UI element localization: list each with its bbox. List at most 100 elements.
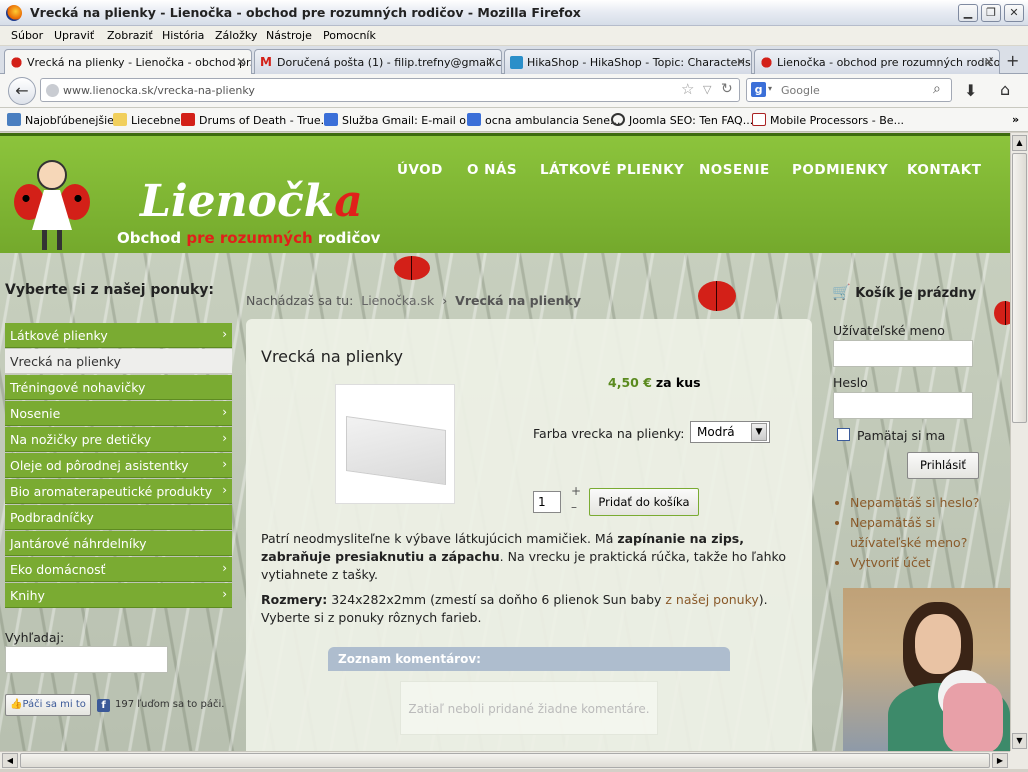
close-tab-icon[interactable]: ✕ <box>736 55 746 69</box>
vertical-scroll-thumb[interactable] <box>1012 153 1027 423</box>
home-icon[interactable]: ⌂ <box>1000 80 1010 99</box>
create-account-link[interactable]: Vytvoriť účet <box>850 553 1010 573</box>
downloads-icon[interactable]: ⬇ <box>964 81 977 100</box>
breadcrumb-current: Vrecká na plienky <box>455 293 582 308</box>
bookmark-gmail[interactable]: Služba Gmail: E-mail o... <box>324 113 476 127</box>
remember-checkbox[interactable] <box>837 428 850 441</box>
vertical-scrollbar[interactable]: ▲ ▼ <box>1010 133 1028 751</box>
cart-status[interactable]: 🛒 Košík je prázdny <box>832 283 976 301</box>
category-label: Podbradníčky <box>10 510 94 525</box>
back-button[interactable]: ← <box>8 77 36 105</box>
category-item[interactable]: Podbradníčky <box>5 505 232 530</box>
menu-view[interactable]: Zobraziť <box>107 29 153 42</box>
breadcrumb-prefix: Nachádzaš sa tu: <box>246 293 354 308</box>
nav-podmienky[interactable]: PODMIENKY <box>792 162 888 178</box>
clock-icon <box>611 113 625 126</box>
menu-file[interactable]: Súbor <box>11 29 43 42</box>
category-item[interactable]: Nosenie › <box>5 401 232 426</box>
site-identity-icon[interactable] <box>46 84 59 97</box>
bookmark-star-icon[interactable]: ☆ <box>681 80 694 98</box>
category-item[interactable]: Bio aromaterapeutické produkty › <box>5 479 232 504</box>
minimize-button[interactable]: ▁ <box>958 4 978 22</box>
category-label: Látkové plienky <box>10 328 108 343</box>
close-tab-icon[interactable]: ✕ <box>486 55 496 69</box>
menu-edit[interactable]: Upraviť <box>54 29 94 42</box>
facebook-like-button[interactable]: 👍Páči sa mi to <box>5 694 91 716</box>
tab-4[interactable]: Lienočka - obchod pre rozumných rodičo..… <box>754 49 1000 74</box>
new-tab-button[interactable]: + <box>1006 51 1019 70</box>
history-dropdown-icon[interactable]: ▽ <box>703 83 711 96</box>
comments-empty: Zatiaľ neboli pridané žiadne komentáre. <box>400 681 658 735</box>
search-icon[interactable]: ⌕ <box>933 81 941 97</box>
category-item[interactable]: Tréningové nohavičky <box>5 375 232 400</box>
bookmark-drums[interactable]: Drums of Death - True... <box>181 113 331 127</box>
chevron-right-icon: › <box>222 483 227 497</box>
bookmarks-overflow-icon[interactable]: » <box>1012 113 1019 126</box>
bookmark-ocna[interactable]: ocna ambulancia Sene... <box>467 113 621 127</box>
menu-help[interactable]: Pomocník <box>323 29 376 42</box>
scroll-left-arrow-icon[interactable]: ◀ <box>2 753 18 768</box>
tab-1[interactable]: Vrecká na plienky - Lienočka - obchod pr… <box>4 49 252 75</box>
category-item[interactable]: Oleje od pôrodnej asistentky › <box>5 453 232 478</box>
quantity-decrease-button[interactable]: – <box>571 500 577 514</box>
nav-o-nas[interactable]: O NÁS <box>467 162 517 178</box>
breadcrumb-home-link[interactable]: Lienočka.sk <box>361 293 434 308</box>
scroll-down-arrow-icon[interactable]: ▼ <box>1012 733 1027 749</box>
category-item[interactable]: Látkové plienky › <box>5 323 232 348</box>
horizontal-scrollbar[interactable]: ◀ ▶ <box>0 751 1010 769</box>
tab-3[interactable]: HikaShop - HikaShop - Topic: Characteris… <box>504 49 752 74</box>
bookmark-favorites[interactable]: Najobľúbenejšie <box>7 113 114 127</box>
facebook-icon: f <box>97 699 110 712</box>
nav-kontakt[interactable]: KONTAKT <box>907 162 981 178</box>
bookmark-liecebne[interactable]: Liecebne <box>113 113 181 127</box>
password-input[interactable] <box>833 392 973 419</box>
menu-tools[interactable]: Nástroje <box>266 29 312 42</box>
bookmark-label: Mobile Processors - Be... <box>770 114 905 127</box>
offer-link[interactable]: z našej ponuky <box>665 592 758 607</box>
category-label: Eko domácnosť <box>10 562 106 577</box>
search-bar[interactable]: g ▾ Google ⌕ <box>746 78 952 102</box>
horizontal-scroll-thumb[interactable] <box>20 753 990 768</box>
menu-bookmarks[interactable]: Záložky <box>215 29 257 42</box>
address-bar[interactable]: www.lienocka.sk/vrecka-na-plienky ☆ ▽ ↻ <box>40 78 740 102</box>
nav-uvod[interactable]: ÚVOD <box>397 162 443 178</box>
quantity-input[interactable]: 1 <box>533 491 561 513</box>
nav-nosenie[interactable]: NOSENIE <box>699 162 770 178</box>
bookmark-joomla[interactable]: Joomla SEO: Ten FAQ... <box>611 113 753 127</box>
category-label: Nosenie <box>10 406 61 421</box>
close-window-button[interactable]: ✕ <box>1004 4 1024 22</box>
site-search-input[interactable] <box>5 646 168 673</box>
category-item[interactable]: Na nožičky pre detičky › <box>5 427 232 452</box>
category-item[interactable]: Jantárové náhrdelníky <box>5 531 232 556</box>
category-item[interactable]: Vrecká na plienky <box>5 349 232 374</box>
username-input[interactable] <box>833 340 973 367</box>
bookmark-label: Liecebne <box>131 114 181 127</box>
title-bar: Vrecká na plienky - Lienočka - obchod pr… <box>0 0 1028 26</box>
reload-icon[interactable]: ↻ <box>721 81 733 97</box>
scroll-up-arrow-icon[interactable]: ▲ <box>1012 135 1027 151</box>
close-tab-icon[interactable]: ✕ <box>236 55 246 69</box>
forgot-password-link[interactable]: Nepamätáš si heslo? <box>850 493 1010 513</box>
menu-history[interactable]: História <box>162 29 204 42</box>
google-icon[interactable]: g <box>751 82 766 97</box>
bookmark-mobile[interactable]: Mobile Processors - Be... <box>752 113 904 127</box>
forgot-username-link[interactable]: Nepamätáš si užívateľské meno? <box>850 513 1010 553</box>
maximize-button[interactable]: ❐ <box>981 4 1001 22</box>
close-tab-icon[interactable]: ✕ <box>984 55 994 69</box>
color-select[interactable]: Modrá ▼ <box>690 421 770 443</box>
quantity-increase-button[interactable]: + <box>571 484 581 498</box>
chevron-down-icon[interactable]: ▼ <box>751 423 767 441</box>
category-item[interactable]: Eko domácnosť › <box>5 557 232 582</box>
nav-latkove-plienky[interactable]: LÁTKOVÉ PLIENKY <box>540 162 684 178</box>
login-button[interactable]: Prihlásiť <box>907 452 979 479</box>
dims-label: Rozmery: <box>261 592 328 607</box>
category-label: Jantárové náhrdelníky <box>10 536 147 551</box>
category-item[interactable]: Knihy › <box>5 583 232 608</box>
site-logo-text[interactable]: Lienočka <box>140 176 363 227</box>
add-to-cart-button[interactable]: Pridať do košíka <box>589 488 699 516</box>
scroll-right-arrow-icon[interactable]: ▶ <box>992 753 1008 768</box>
product-price: 4,50 € za kus <box>608 375 701 390</box>
product-image[interactable] <box>335 384 455 504</box>
tab-2[interactable]: M Doručená pošta (1) - filip.trefny@gmai… <box>254 49 502 74</box>
search-engine-dropdown-icon[interactable]: ▾ <box>768 84 772 93</box>
